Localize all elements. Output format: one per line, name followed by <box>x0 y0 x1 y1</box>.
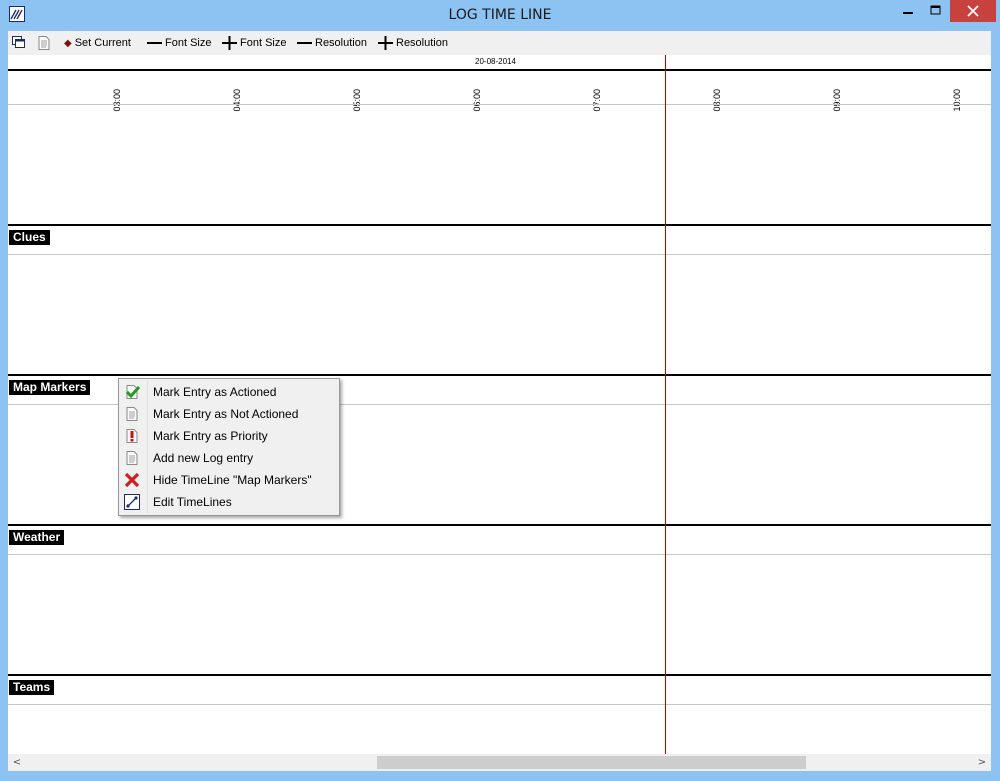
scroll-right-icon[interactable]: > <box>975 756 989 769</box>
menu-item-mark-priority[interactable]: Mark Entry as Priority <box>121 425 337 447</box>
header-divider <box>8 104 991 105</box>
maximize-icon <box>930 5 941 15</box>
menu-item-mark-actioned[interactable]: Mark Entry as Actioned <box>121 381 337 403</box>
row-divider <box>8 674 991 676</box>
new-document-icon <box>126 451 138 465</box>
document-icon <box>126 407 138 421</box>
menu-item-add-log-entry[interactable]: Add new Log entry <box>121 447 337 469</box>
check-document-icon <box>125 385 140 399</box>
font-size-decrease-button[interactable]: Font Size <box>147 34 211 52</box>
menu-item-edit-timelines[interactable]: Edit TimeLines <box>121 491 337 513</box>
toolbar: ◆ Set Current Font Size Font Size Resolu… <box>8 31 992 56</box>
date-label: 20-08-2014 <box>475 57 516 66</box>
font-size-decrease-label: Font Size <box>165 37 212 49</box>
date-divider <box>8 69 991 71</box>
font-size-increase-button[interactable]: Font Size <box>222 34 286 52</box>
row-subdivider <box>8 254 991 255</box>
row-label-map-markers[interactable]: Map Markers <box>9 380 91 395</box>
current-time-line <box>665 55 666 754</box>
close-button[interactable] <box>950 0 996 22</box>
maximize-button[interactable] <box>922 0 949 22</box>
app-window: LOG TIME LINE ◆ Set Current Font Size Fo… <box>0 0 1000 781</box>
title-bar: LOG TIME LINE <box>0 0 1000 31</box>
resolution-increase-button[interactable]: Resolution <box>378 34 448 52</box>
resolution-decrease-button[interactable]: Resolution <box>297 34 367 52</box>
close-icon <box>967 5 979 17</box>
row-label-weather[interactable]: Weather <box>9 530 65 545</box>
scroll-left-icon[interactable]: < <box>10 756 24 769</box>
edit-link-icon <box>124 494 140 510</box>
minus-icon <box>147 42 162 44</box>
menu-item-hide-timeline[interactable]: Hide TimeLine "Map Markers" <box>121 469 337 491</box>
horizontal-scrollbar[interactable]: < > <box>8 754 991 771</box>
row-divider <box>8 524 991 526</box>
menu-item-label: Add new Log entry <box>153 451 254 465</box>
window-title: LOG TIME LINE <box>448 7 552 23</box>
menu-item-label: Mark Entry as Actioned <box>153 385 277 399</box>
menu-item-mark-not-actioned[interactable]: Mark Entry as Not Actioned <box>121 403 337 425</box>
scroll-thumb[interactable] <box>377 756 806 769</box>
resolution-decrease-label: Resolution <box>315 37 367 49</box>
plus-icon <box>378 36 393 50</box>
row-divider <box>8 224 991 226</box>
dot-icon: ◆ <box>64 37 72 49</box>
font-size-increase-label: Font Size <box>240 37 287 49</box>
menu-item-label: Mark Entry as Not Actioned <box>153 407 299 421</box>
minus-icon <box>297 42 312 44</box>
set-current-button[interactable]: ◆ Set Current <box>64 34 131 52</box>
row-divider <box>8 374 991 376</box>
row-subdivider <box>8 704 991 705</box>
priority-document-icon <box>126 429 138 443</box>
minimize-icon <box>903 12 913 14</box>
plus-icon <box>222 36 237 50</box>
resolution-increase-label: Resolution <box>396 37 448 49</box>
menu-item-label: Edit TimeLines <box>153 495 232 509</box>
red-x-icon <box>124 472 140 488</box>
windows-icon[interactable] <box>11 35 27 51</box>
document-icon[interactable] <box>36 35 52 51</box>
set-current-label: Set Current <box>74 37 131 49</box>
row-subdivider <box>8 554 991 555</box>
menu-item-label: Hide TimeLine "Map Markers" <box>153 473 312 487</box>
row-label-clues[interactable]: Clues <box>9 230 50 245</box>
row-label-teams[interactable]: Teams <box>9 680 55 695</box>
context-menu: Mark Entry as Actioned Mark Entry as Not… <box>118 378 340 516</box>
menu-item-label: Mark Entry as Priority <box>153 429 268 443</box>
minimize-button[interactable] <box>894 0 922 22</box>
window-edge <box>991 31 1000 754</box>
